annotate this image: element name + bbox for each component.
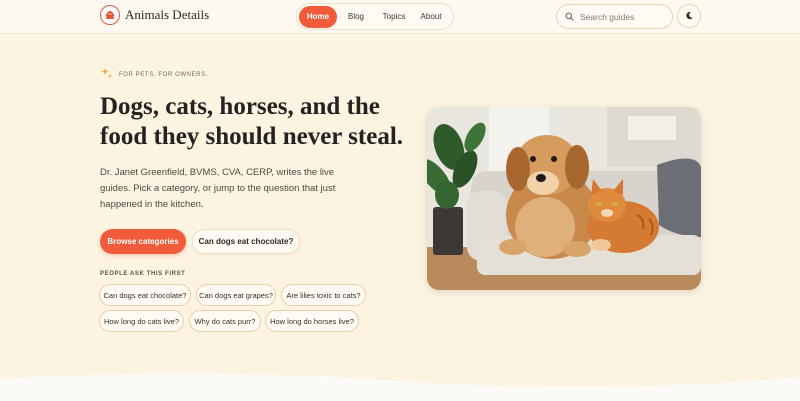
sparkle-icon bbox=[101, 66, 113, 84]
site-header: Animals Details Home Blog Topics About bbox=[0, 0, 800, 34]
question-chip[interactable]: How long do horses live? bbox=[265, 310, 359, 332]
hero-lead: Dr. Janet Greenfield, BVMS, CVA, CERP, w… bbox=[100, 167, 336, 210]
search-box[interactable] bbox=[556, 4, 673, 29]
brand-logo[interactable]: Animals Details bbox=[100, 5, 209, 25]
question-chip[interactable]: Why do cats purr? bbox=[189, 310, 261, 332]
question-chip[interactable]: Can dogs eat chocolate? bbox=[99, 284, 191, 306]
main-nav: Home Blog Topics About bbox=[296, 3, 454, 30]
question-chip[interactable]: Can dogs eat grapes? bbox=[196, 284, 276, 306]
hero-photo-dog-and-cat bbox=[427, 107, 701, 290]
theme-toggle-button[interactable] bbox=[677, 4, 701, 28]
question-chip[interactable]: Are lilies toxic to cats? bbox=[281, 284, 366, 306]
browse-categories-button[interactable]: Browse categories bbox=[100, 229, 186, 254]
question-chip[interactable]: How long do cats live? bbox=[99, 310, 184, 332]
nav-home[interactable]: Home bbox=[299, 5, 337, 28]
hero-title: Dogs, cats, horses, and the food they sh… bbox=[100, 93, 404, 150]
hero-eyebrow: FOR PETS. FOR OWNERS. bbox=[101, 66, 208, 84]
questions-label: PEOPLE ASK THIS FIRST bbox=[100, 271, 186, 277]
moon-icon bbox=[685, 7, 694, 25]
nav-topics[interactable]: Topics bbox=[375, 6, 413, 28]
dogs-chocolate-button[interactable]: Can dogs eat chocolate? bbox=[192, 229, 300, 254]
search-icon bbox=[565, 8, 574, 26]
decorative-wave bbox=[0, 373, 800, 401]
search-input[interactable] bbox=[580, 11, 665, 22]
nav-about[interactable]: About bbox=[413, 6, 449, 28]
brand-name: Animals Details bbox=[125, 7, 210, 22]
dog-logo-icon bbox=[100, 5, 120, 25]
nav-blog[interactable]: Blog bbox=[337, 6, 375, 28]
eyebrow-text: FOR PETS. FOR OWNERS. bbox=[119, 72, 208, 78]
